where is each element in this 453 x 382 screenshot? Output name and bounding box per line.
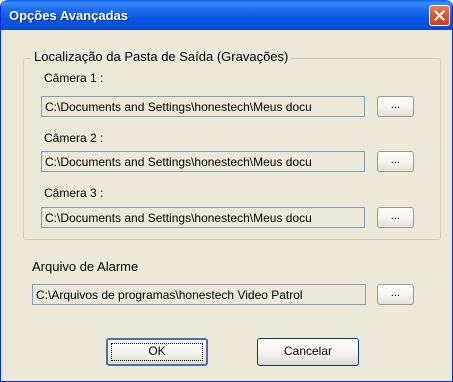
camera-2-browse-button[interactable]: ... <box>377 151 414 172</box>
cancel-button-label: Cancelar <box>283 344 333 358</box>
camera-3-path-field[interactable]: C:\Documents and Settings\honestech\Meus… <box>41 207 365 228</box>
camera-1-browse-button[interactable]: ... <box>377 96 414 117</box>
camera-3-browse-button[interactable]: ... <box>377 207 414 228</box>
camera-1-path-field[interactable]: C:\Documents and Settings\honestech\Meus… <box>41 96 365 117</box>
title-bar[interactable]: Opções Avançadas <box>1 0 452 30</box>
camera-1-label: Câmera 1 : <box>44 71 104 85</box>
camera-2-path-field[interactable]: C:\Documents and Settings\honestech\Meus… <box>41 151 365 172</box>
alarm-file-browse-button[interactable]: ... <box>377 284 414 305</box>
close-button[interactable] <box>429 5 450 26</box>
ok-button[interactable]: OK <box>106 338 208 366</box>
focus-rect <box>111 343 203 361</box>
alarm-file-path-field[interactable]: C:\Arquivos de programas\honestech Video… <box>32 284 366 305</box>
output-folder-legend: Localização da Pasta de Saída (Gravações… <box>31 49 292 64</box>
options-dialog: Opções Avançadas Localização da Pasta de… <box>0 0 453 382</box>
alarm-file-label: Arquivo de Alarme <box>32 259 139 274</box>
camera-3-label: Câmera 3 : <box>44 186 104 200</box>
cancel-button[interactable]: Cancelar <box>257 338 359 366</box>
close-icon <box>434 10 445 21</box>
window-title: Opções Avançadas <box>9 8 128 23</box>
camera-2-label: Câmera 2 : <box>44 131 104 145</box>
